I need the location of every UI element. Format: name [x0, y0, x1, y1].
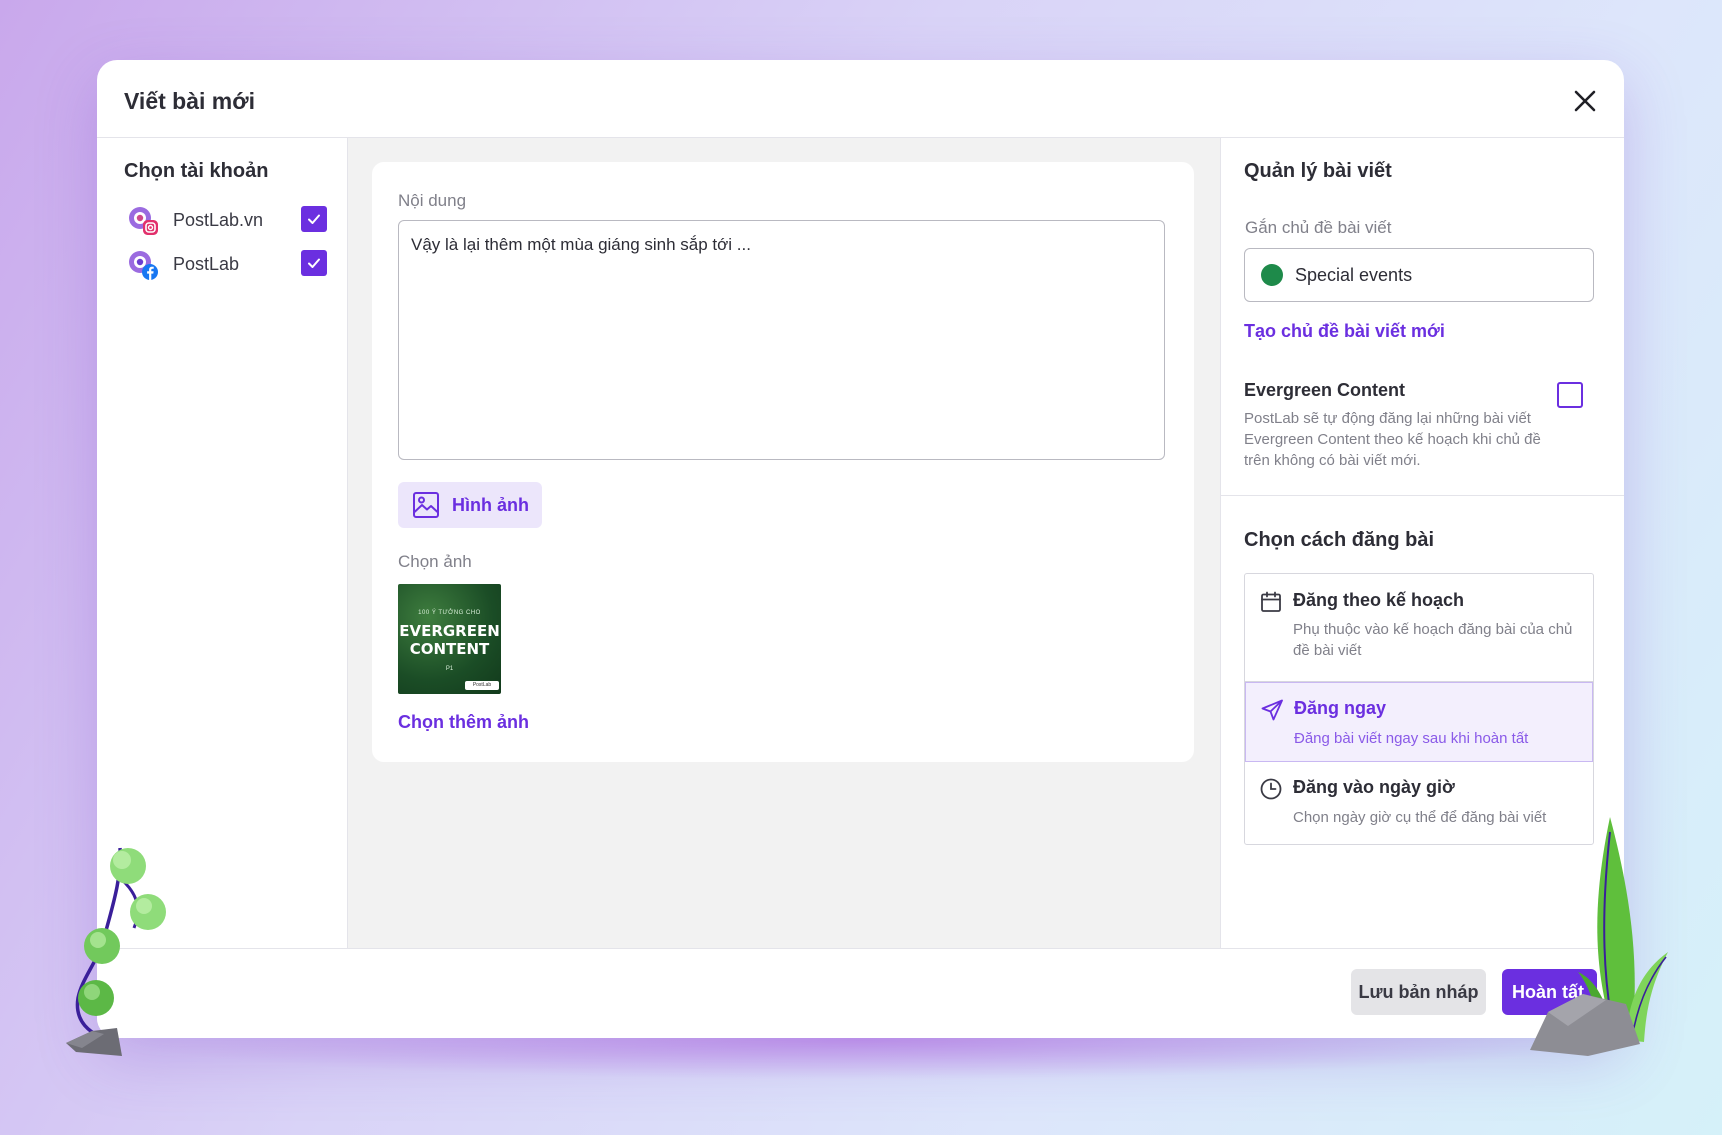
publish-title: Chọn cách đăng bài [1244, 529, 1435, 551]
clock-icon [1260, 778, 1282, 800]
content-label: Nội dung [398, 191, 467, 210]
avatar-instagram [127, 205, 158, 235]
thumbnail-heading-line1: EVERGREEN [399, 622, 500, 640]
account-checkbox[interactable] [301, 206, 327, 232]
account-name: PostLab [173, 253, 240, 274]
check-icon [308, 258, 320, 268]
evergreen-title: Evergreen Content [1244, 380, 1406, 400]
thumbnail-badge: PostLab [465, 681, 499, 690]
panel-divider [1221, 495, 1624, 496]
evergreen-checkbox[interactable] [1557, 382, 1583, 408]
plant-left-decoration [66, 847, 166, 1056]
editor-card: Nội dung Vậy là lại thêm một mùa giáng s… [372, 162, 1194, 762]
close-button[interactable] [1572, 88, 1598, 114]
choose-more-images-link[interactable]: Chọn thêm ảnh [398, 712, 529, 733]
dialog-title: Viết bài mới [124, 88, 255, 114]
option-description: Đăng bài viết ngay sau khi hoàn tất [1294, 730, 1529, 747]
option-title: Đăng vào ngày giờ [1293, 777, 1455, 797]
avatar-facebook [127, 249, 158, 280]
evergreen-description: PostLab sẽ tự động đăng lại những bài vi… [1244, 410, 1541, 469]
save-draft-button[interactable]: Lưu bản nháp [1351, 969, 1486, 1015]
image-thumbnail[interactable]: 100 Ý TƯỞNG CHO EVERGREEN CONTENT P1 Pos… [398, 584, 501, 694]
create-topic-link[interactable]: Tạo chủ đề bài viết mới [1244, 321, 1445, 342]
thumbnail-caption: 100 Ý TƯỞNG CHO [418, 610, 481, 616]
account-checkbox[interactable] [301, 250, 327, 276]
check-icon [308, 214, 320, 224]
topic-color-dot [1261, 264, 1283, 286]
dialog-footer: Lưu bản nháp Hoàn tất [97, 948, 1624, 1038]
management-title: Quản lý bài viết [1244, 160, 1392, 182]
account-name: PostLab.vn [173, 209, 264, 230]
postlab-instagram-icon [129, 207, 158, 235]
calendar-icon [1261, 591, 1281, 612]
send-icon [1261, 699, 1283, 721]
new-post-dialog: Viết bài mới Chọn tài khoản PostLab.vn P… [97, 60, 1624, 1038]
account-item-postlab-vn[interactable]: PostLab.vn [127, 204, 327, 236]
add-image-label: Hình ảnh [452, 494, 529, 515]
postlab-facebook-icon [129, 251, 158, 280]
topic-label: Gắn chủ đề bài viết [1245, 218, 1392, 237]
dialog-header: Viết bài mới [97, 60, 1624, 138]
thumbnail-heading-line2: CONTENT [409, 640, 490, 658]
image-icon [413, 492, 439, 518]
publish-option-scheduled-plan[interactable]: Đăng theo kế hoạch Phụ thuộc vào kế hoạc… [1245, 574, 1593, 682]
publish-options: Đăng theo kế hoạch Phụ thuộc vào kế hoạc… [1244, 573, 1594, 845]
accounts-panel: Chọn tài khoản PostLab.vn PostLab [97, 138, 348, 948]
thumbnail-part: P1 [445, 666, 454, 672]
option-description: Phụ thuộc vào kế hoạch đăng bài của chủ … [1293, 621, 1573, 659]
topic-select[interactable]: Special events [1244, 248, 1594, 302]
plant-right-decoration [1530, 817, 1668, 1056]
close-icon [1574, 90, 1596, 112]
choose-image-label: Chọn ảnh [398, 552, 472, 571]
editor-panel: Nội dung Vậy là lại thêm một mùa giáng s… [348, 138, 1221, 948]
content-textarea[interactable]: Vậy là lại thêm một mùa giáng sinh sắp t… [398, 220, 1165, 460]
option-title: Đăng theo kế hoạch [1293, 590, 1465, 610]
publish-option-now[interactable]: Đăng ngay Đăng bài viết ngay sau khi hoà… [1245, 682, 1593, 762]
accounts-title: Chọn tài khoản [124, 160, 269, 182]
option-title: Đăng ngay [1294, 698, 1387, 718]
account-item-postlab[interactable]: PostLab [127, 248, 327, 280]
thumbnail-heading: EVERGREEN CONTENT [398, 622, 501, 658]
topic-value: Special events [1295, 264, 1413, 285]
add-image-button[interactable]: Hình ảnh [398, 482, 542, 528]
